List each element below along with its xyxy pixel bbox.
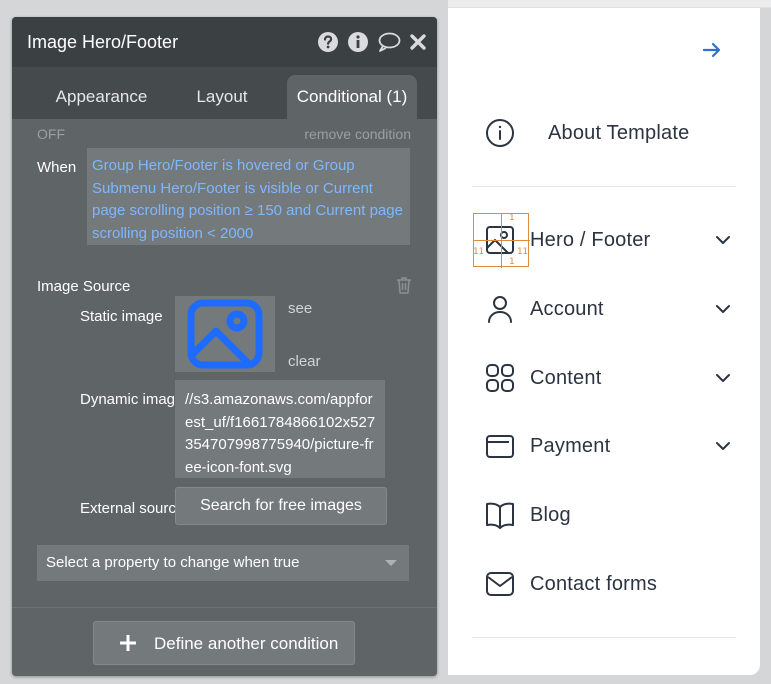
trash-icon[interactable] [396, 276, 412, 294]
when-label: When [37, 159, 77, 176]
menu-item-label: Payment [530, 434, 611, 457]
panel-header[interactable]: Image Hero/Footer [12, 17, 437, 67]
menu-item-label: Account [530, 297, 604, 320]
help-icon[interactable] [317, 31, 339, 53]
info-icon[interactable] [347, 31, 369, 53]
menu-item-content[interactable]: Content [448, 353, 760, 403]
selection-marker-right: 11 [517, 247, 528, 257]
plus-icon [118, 633, 138, 653]
menu-item-payment[interactable]: Payment [448, 421, 760, 471]
chevron-down-icon[interactable] [714, 369, 732, 387]
comment-icon[interactable] [377, 31, 401, 53]
picture-icon [186, 299, 264, 369]
panel-header-icons [317, 31, 429, 53]
chevron-down-icon[interactable] [714, 300, 732, 318]
remove-condition-link[interactable]: remove condition [304, 126, 411, 142]
menu-item-about-template[interactable]: About Template [448, 108, 760, 158]
arrow-right-icon[interactable] [700, 38, 724, 62]
menu-divider [472, 186, 736, 187]
clear-link[interactable]: clear [288, 353, 321, 370]
selection-marker-left: 11 [473, 247, 484, 257]
user-icon [484, 293, 516, 325]
menu-item-blog[interactable]: Blog [448, 490, 760, 540]
grid-icon [484, 362, 516, 394]
dynamic-image-label: Dynamic image [80, 391, 175, 408]
see-link[interactable]: see [288, 300, 312, 317]
property-select-dropdown[interactable]: Select a property to change when true [37, 545, 409, 581]
menu-item-label: Contact forms [530, 572, 658, 595]
caret-down-icon [385, 560, 397, 566]
selection-outline: 1 11 1 11 [473, 213, 530, 268]
image-source-label: Image Source [37, 278, 131, 295]
search-free-images-button[interactable]: Search for free images [175, 487, 387, 525]
panel-tabs: Appearance Layout Conditional (1) [12, 67, 437, 119]
static-image-label: Static image [80, 308, 163, 325]
book-icon [484, 499, 516, 531]
selection-guide-vertical [501, 214, 502, 268]
menu-item-label: About Template [548, 121, 690, 144]
condition-status[interactable]: OFF [37, 126, 65, 142]
canvas-top-strip [448, 0, 771, 8]
chevron-down-icon[interactable] [714, 437, 732, 455]
selection-marker-top: 1 [509, 213, 515, 223]
tab-layout[interactable]: Layout [177, 75, 267, 119]
wallet-icon [484, 430, 516, 462]
dynamic-image-field[interactable]: //s3.amazonaws.com/appforest_uf/f1661784… [175, 380, 385, 478]
panel-title: Image Hero/Footer [27, 32, 179, 52]
mail-icon [484, 568, 516, 600]
tab-conditional[interactable]: Conditional (1) [287, 75, 417, 119]
menu-item-label: Hero / Footer [530, 228, 651, 251]
external-source-label: External source [80, 500, 175, 517]
property-editor-panel[interactable]: Image Hero/Footer Appearance Layout Cond… [12, 17, 437, 676]
property-select-label: Select a property to change when true [46, 554, 300, 571]
condition-expression-field[interactable]: Group Hero/Footer is hovered or Group Su… [87, 148, 410, 245]
tab-appearance[interactable]: Appearance [34, 75, 169, 119]
info-circle-icon [484, 117, 516, 149]
page-preview[interactable]: About Template Hero / Footer Account Con… [448, 8, 760, 675]
define-another-condition-button[interactable]: Define another condition [93, 621, 355, 665]
close-icon[interactable] [407, 31, 429, 53]
selection-marker-bottom: 1 [509, 257, 515, 267]
menu-divider [472, 637, 736, 638]
static-image-uploader[interactable] [175, 296, 275, 372]
menu-item-label: Content [530, 366, 602, 389]
selection-guide-horizontal [474, 240, 530, 241]
menu-item-contact-forms[interactable]: Contact forms [448, 559, 760, 609]
menu-item-label: Blog [530, 503, 571, 526]
menu-item-account[interactable]: Account [448, 284, 760, 334]
chevron-down-icon[interactable] [714, 231, 732, 249]
define-condition-label: Define another condition [154, 634, 339, 653]
